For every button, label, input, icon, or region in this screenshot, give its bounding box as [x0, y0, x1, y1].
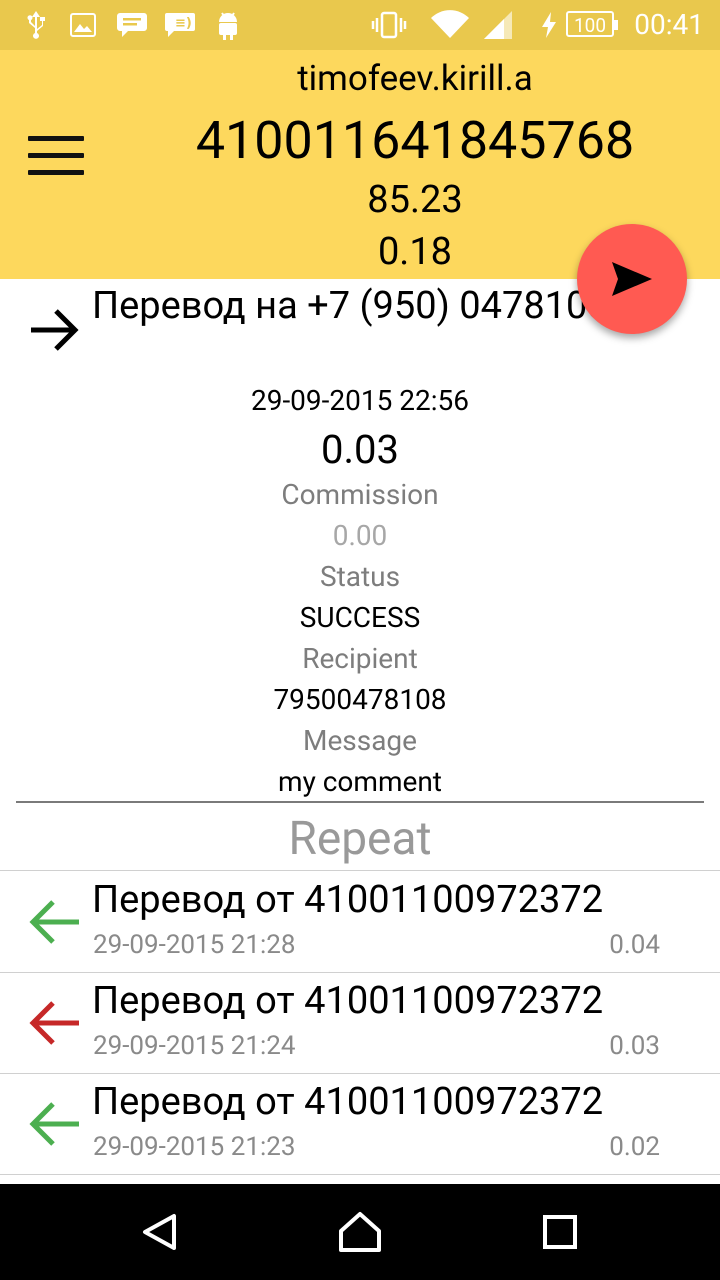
divider: [16, 801, 704, 803]
navigation-bar: [0, 1184, 720, 1280]
detail-datetime: 29-09-2015 22:56: [250, 384, 470, 417]
home-button[interactable]: [330, 1202, 390, 1262]
repeat-button[interactable]: Repeat: [0, 812, 720, 866]
send-button[interactable]: [577, 224, 687, 334]
balance: 85.23: [367, 178, 463, 222]
wifi-icon: [430, 10, 470, 38]
message-label: Message: [303, 724, 417, 757]
list-item[interactable]: Перевод от 41001100972372 29-09-2015 21:…: [0, 1074, 720, 1174]
status-value: SUCCESS: [299, 601, 421, 634]
detail-amount: 0.03: [321, 426, 399, 473]
status-bar: ≡) 100 00:41: [0, 0, 720, 50]
transaction-amount: 0.03: [609, 1031, 660, 1061]
incoming-arrow-icon: [26, 896, 82, 952]
usb-icon: [24, 11, 48, 39]
message-icon: ≡): [164, 12, 196, 38]
commission-label: Commission: [281, 478, 439, 511]
android-icon: [214, 12, 242, 40]
signal-icon: [482, 11, 514, 39]
message-value: my comment: [278, 765, 442, 798]
list-item[interactable]: Перевод от 41001100972372 29-09-2015 21:…: [0, 973, 720, 1073]
recipient-value: 79500478108: [273, 683, 447, 716]
clock: 00:41: [634, 8, 704, 41]
recipient-label: Recipient: [302, 642, 418, 675]
transaction-title: Перевод от 41001100972372: [92, 878, 604, 922]
list-item[interactable]: Перевод от 41001100972372 29-09-2015 21:…: [0, 872, 720, 972]
username: timofeev.kirill.a: [297, 58, 533, 99]
divider: [0, 1174, 720, 1175]
charging-icon: [540, 12, 558, 38]
back-button[interactable]: [130, 1202, 190, 1262]
transaction-date: 29-09-2015 21:28: [93, 930, 296, 960]
svg-text:≡): ≡): [175, 16, 192, 31]
back-icon: [143, 1214, 176, 1250]
home-icon: [339, 1212, 381, 1252]
image-icon: [70, 12, 96, 38]
status-label: Status: [319, 560, 401, 593]
transaction-date: 29-09-2015 21:24: [93, 1031, 296, 1061]
recents-icon: [543, 1215, 577, 1249]
recents-button[interactable]: [530, 1202, 590, 1262]
vibrate-icon: [370, 11, 408, 39]
incoming-arrow-icon: [26, 997, 82, 1053]
transaction-date: 29-09-2015 21:23: [93, 1132, 296, 1162]
detail-title: Перевод на +7 (950) 0478108: [92, 284, 609, 328]
transaction-amount: 0.04: [609, 930, 660, 960]
divider: [0, 870, 720, 871]
transaction-title: Перевод от 41001100972372: [92, 979, 604, 1023]
chat-icon: [116, 12, 148, 38]
transaction-amount: 0.02: [609, 1132, 660, 1162]
account-number: 410011641845768: [195, 110, 635, 171]
commission-value: 0.00: [332, 519, 388, 552]
send-icon: [612, 262, 652, 296]
outgoing-arrow-icon: [28, 303, 82, 361]
battery-level: 100: [566, 11, 618, 37]
transaction-title: Перевод от 41001100972372: [92, 1080, 604, 1124]
incoming-arrow-icon: [26, 1098, 82, 1154]
